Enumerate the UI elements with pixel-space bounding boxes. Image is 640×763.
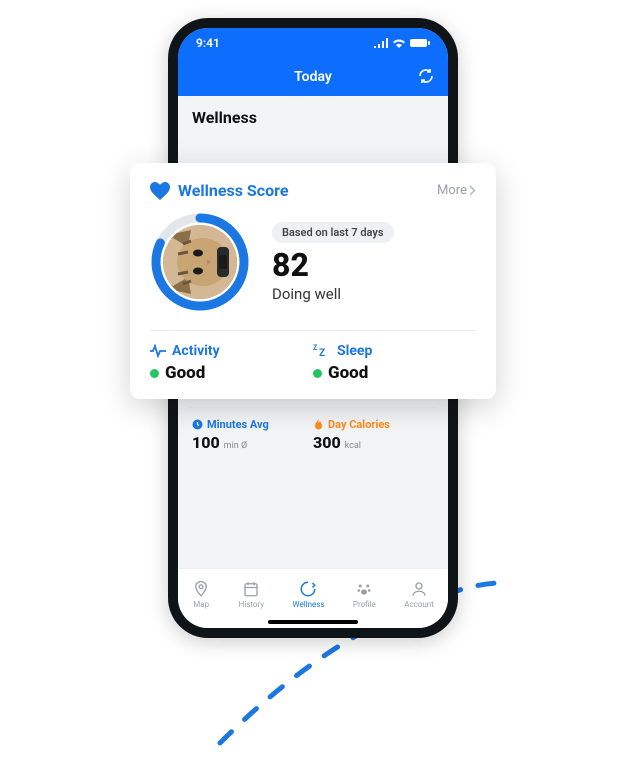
user-icon	[410, 580, 428, 598]
tab-account[interactable]: Account	[404, 580, 434, 609]
score-value: 82	[272, 249, 394, 281]
card-title-text: Wellness Score	[178, 181, 288, 200]
score-basis-pill: Based on last 7 days	[272, 222, 394, 243]
metric-value-text: Good	[328, 363, 368, 383]
more-label: More	[437, 183, 467, 198]
card-title: Wellness Score	[150, 181, 288, 200]
map-pin-icon	[192, 580, 210, 598]
nav-title: Today	[294, 69, 332, 85]
clock-icon	[192, 419, 203, 430]
calendar-icon	[242, 580, 260, 598]
tab-label: Profile	[353, 600, 376, 609]
divider	[150, 330, 476, 331]
metric-sleep[interactable]: ZZ Sleep Good	[313, 343, 476, 383]
stat-unit: kcal	[345, 441, 361, 451]
status-dot	[150, 369, 159, 378]
tab-label: Account	[404, 600, 434, 609]
nav-bar: Today	[178, 58, 448, 96]
status-bar: 9:41	[178, 28, 448, 58]
home-indicator	[268, 620, 358, 624]
wifi-icon	[392, 38, 406, 48]
stat-label-text: Minutes Avg	[207, 418, 269, 431]
stat-row: Minutes Avg 100 min Ø Day Calories 300 k…	[188, 407, 438, 458]
tab-map[interactable]: Map	[192, 580, 210, 609]
paw-icon	[355, 580, 373, 598]
metric-label: Sleep	[337, 343, 372, 359]
stat-value-text: 100	[192, 433, 220, 452]
stat-label-text: Day Calories	[328, 418, 390, 431]
refresh-icon[interactable]	[418, 68, 434, 84]
more-button[interactable]: More	[437, 183, 476, 198]
svg-text:Z: Z	[319, 348, 325, 358]
score-status: Doing well	[272, 285, 394, 303]
stat-unit: min Ø	[224, 441, 247, 451]
tab-label: Wellness	[292, 600, 324, 609]
metric-value-text: Good	[165, 363, 205, 383]
tab-label: History	[239, 600, 264, 609]
signal-icon	[374, 38, 388, 48]
section-title: Wellness	[178, 96, 448, 135]
wellness-score-card: Wellness Score More	[130, 163, 496, 399]
score-text-block: Based on last 7 days 82 Doing well	[272, 221, 394, 303]
svg-text:Z: Z	[313, 344, 318, 352]
metric-activity[interactable]: Activity Good	[150, 343, 313, 383]
wellness-icon	[299, 580, 317, 598]
tab-wellness[interactable]: Wellness	[292, 580, 324, 609]
stat-calories: Day Calories 300 kcal	[313, 418, 434, 452]
tab-profile[interactable]: Profile	[353, 580, 376, 609]
status-dot	[313, 369, 322, 378]
pulse-icon	[150, 344, 166, 358]
battery-icon	[410, 38, 430, 48]
chevron-right-icon	[469, 185, 476, 196]
tab-bar: Map History Wellness Profile Account	[178, 568, 448, 628]
score-ring	[150, 212, 250, 312]
heart-icon	[150, 182, 170, 200]
flame-icon	[313, 419, 324, 430]
stat-minutes: Minutes Avg 100 min Ø	[192, 418, 313, 452]
stat-value-text: 300	[313, 433, 341, 452]
status-time: 9:41	[196, 36, 220, 50]
sleep-icon: ZZ	[313, 344, 331, 358]
pet-avatar	[163, 225, 237, 299]
tab-history[interactable]: History	[239, 580, 264, 609]
tab-label: Map	[193, 600, 209, 609]
metric-label: Activity	[172, 343, 220, 359]
